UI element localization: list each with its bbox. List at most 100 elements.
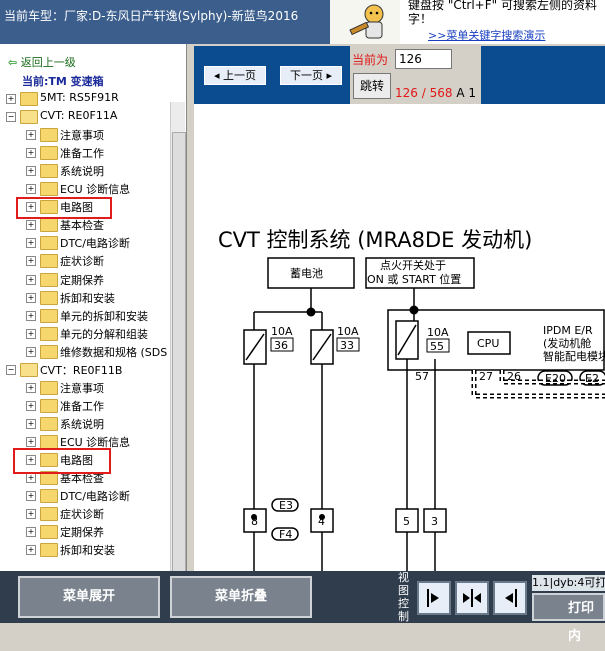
tree-node[interactable]: + 准备工作 bbox=[0, 397, 170, 415]
expand-icon[interactable]: + bbox=[26, 328, 36, 339]
expand-icon[interactable]: + bbox=[26, 166, 36, 177]
tree-node[interactable]: + 拆卸和安装 bbox=[0, 289, 170, 307]
collapse-icon[interactable]: − bbox=[6, 364, 16, 375]
folder-icon bbox=[40, 236, 58, 251]
tree-node[interactable]: + ECU 诊断信息 bbox=[0, 180, 170, 198]
jump-button[interactable]: 跳转 bbox=[353, 73, 391, 99]
expand-icon[interactable]: + bbox=[26, 220, 36, 231]
folder-open-icon bbox=[20, 110, 38, 125]
print-button[interactable]: 打印内 bbox=[532, 593, 605, 644]
tree-node[interactable]: + 维修数据和规格 (SDS bbox=[0, 343, 170, 361]
expand-icon[interactable]: + bbox=[26, 292, 36, 303]
tree-node-label: 注意事项 bbox=[60, 129, 104, 143]
tree-node[interactable]: + 定期保养 bbox=[0, 271, 170, 289]
tree-node[interactable]: +5MT: RS5F91R bbox=[0, 90, 170, 108]
tree-node[interactable]: − CVT: RE0F11A bbox=[0, 108, 170, 126]
promo-hint-end: 字！ bbox=[408, 12, 433, 26]
tree-node-label: 准备工作 bbox=[60, 399, 104, 413]
tree-node[interactable]: + 基本检查 bbox=[0, 216, 170, 234]
tree-node[interactable]: + DTC/电路诊断 bbox=[0, 234, 170, 252]
folder-icon bbox=[40, 326, 58, 341]
page-total: 568 bbox=[429, 86, 453, 100]
tree-node[interactable]: + 单元的分解和组装 bbox=[0, 325, 170, 343]
expand-icon[interactable]: + bbox=[26, 346, 36, 357]
tree-node[interactable]: − CVT：RE0F11B bbox=[0, 361, 170, 379]
tree-node-label: 维修数据和规格 (SDS bbox=[60, 345, 168, 359]
connector-f4: F4 bbox=[279, 528, 292, 541]
tree-node[interactable]: + 症状诊断 bbox=[0, 505, 170, 523]
tree-node[interactable]: + 系统说明 bbox=[0, 162, 170, 180]
expand-icon[interactable]: + bbox=[26, 148, 36, 159]
ipdm-label-3: 智能配电模块 bbox=[543, 349, 605, 363]
expand-icon[interactable]: + bbox=[26, 310, 36, 321]
ignition-label-2: ON 或 START 位置 bbox=[367, 272, 461, 286]
tree-node-label: 定期保养 bbox=[60, 273, 104, 287]
expand-icon[interactable]: + bbox=[26, 436, 36, 447]
terminal-3: 3 bbox=[431, 515, 438, 528]
page-suffix: A 1 bbox=[456, 86, 476, 100]
expand-icon[interactable]: + bbox=[26, 130, 36, 141]
back-link[interactable]: ⇦ 返回上一级 bbox=[8, 54, 76, 70]
tree-node-label: 5MT: RS5F91R bbox=[40, 91, 119, 104]
tree-node[interactable]: + 症状诊断 bbox=[0, 252, 170, 270]
current-page-label: 当前为 bbox=[352, 53, 389, 67]
page-current: 126 bbox=[395, 86, 418, 100]
fuse1-num: 36 bbox=[274, 339, 288, 352]
tree-node-label: CVT：RE0F11B bbox=[40, 363, 123, 377]
expand-icon[interactable]: + bbox=[26, 184, 36, 195]
folder-icon bbox=[40, 543, 58, 558]
expand-icon[interactable]: + bbox=[6, 94, 16, 104]
tree-vertical-scrollbar[interactable] bbox=[170, 102, 186, 571]
tree-node[interactable]: + DTC/电路诊断 bbox=[0, 487, 170, 505]
scroll-thumb[interactable] bbox=[172, 132, 186, 571]
expand-icon[interactable]: + bbox=[26, 382, 36, 393]
expand-icon[interactable]: + bbox=[26, 238, 36, 249]
collapse-icon[interactable]: − bbox=[6, 112, 16, 123]
expand-icon[interactable]: + bbox=[26, 491, 36, 502]
page-number-input[interactable]: 126 bbox=[395, 49, 452, 69]
collapse-menu-button[interactable]: 菜单折叠 bbox=[170, 576, 312, 618]
tree-node-label: 基本检查 bbox=[60, 219, 104, 233]
tree-node[interactable]: + 系统说明 bbox=[0, 415, 170, 433]
expand-icon[interactable]: + bbox=[26, 274, 36, 285]
expand-icon[interactable]: + bbox=[26, 473, 36, 484]
info-text: 1.1|dyb:4可打 bbox=[532, 575, 605, 591]
expand-icon[interactable]: + bbox=[26, 527, 36, 538]
battery-label: 蓄电池 bbox=[290, 267, 323, 280]
tree-node[interactable]: + 注意事项 bbox=[0, 379, 170, 397]
actual-size-icon[interactable] bbox=[493, 581, 527, 615]
back-label: 返回上一级 bbox=[20, 56, 76, 69]
fuse2-amp: 10A bbox=[337, 325, 359, 338]
ignition-label-1: 点火开关处于 bbox=[380, 258, 446, 272]
current-category: 当前:TM 变速箱 bbox=[22, 75, 104, 88]
expand-icon[interactable]: + bbox=[26, 418, 36, 429]
highlight-box bbox=[16, 197, 112, 219]
page-jump-panel: 当前为 126 跳转 126 / 568 A 1 bbox=[350, 46, 481, 104]
expand-menu-button[interactable]: 菜单展开 bbox=[18, 576, 160, 618]
fit-page-icon[interactable] bbox=[455, 581, 489, 615]
folder-icon bbox=[40, 507, 58, 522]
prev-page-button[interactable]: ◂ 上一页 bbox=[204, 66, 266, 85]
fuse3-num: 55 bbox=[430, 340, 444, 353]
expand-icon[interactable]: + bbox=[26, 256, 36, 267]
folder-icon bbox=[40, 398, 58, 413]
tree-node-label: 系统说明 bbox=[60, 165, 104, 179]
tree-node[interactable]: + 准备工作 bbox=[0, 144, 170, 162]
fit-width-icon[interactable] bbox=[417, 581, 451, 615]
folder-icon bbox=[40, 380, 58, 395]
folder-icon bbox=[40, 128, 58, 143]
expand-icon[interactable]: + bbox=[26, 400, 36, 411]
next-page-button[interactable]: 下一页 ▸ bbox=[280, 66, 342, 85]
promo-link[interactable]: >>菜单关键字搜索演示 bbox=[428, 27, 545, 43]
connector-e2: E2 bbox=[585, 372, 599, 385]
terminal-8: 8 bbox=[251, 515, 258, 528]
expand-icon[interactable]: + bbox=[26, 509, 36, 520]
tree-node-label: CVT: RE0F11A bbox=[40, 109, 118, 123]
tree-node[interactable]: + 注意事项 bbox=[0, 126, 170, 144]
circuit-diagram: CVT 控制系统 (MRA8DE 发动机) 蓄电池 点火开关处于 ON 或 ST… bbox=[194, 104, 605, 571]
tree-node[interactable]: + 单元的拆卸和安装 bbox=[0, 307, 170, 325]
tree-node[interactable]: + 定期保养 bbox=[0, 523, 170, 541]
expand-icon[interactable]: + bbox=[26, 545, 36, 556]
folder-icon bbox=[40, 182, 58, 197]
tree-node[interactable]: + 拆卸和安装 bbox=[0, 541, 170, 559]
